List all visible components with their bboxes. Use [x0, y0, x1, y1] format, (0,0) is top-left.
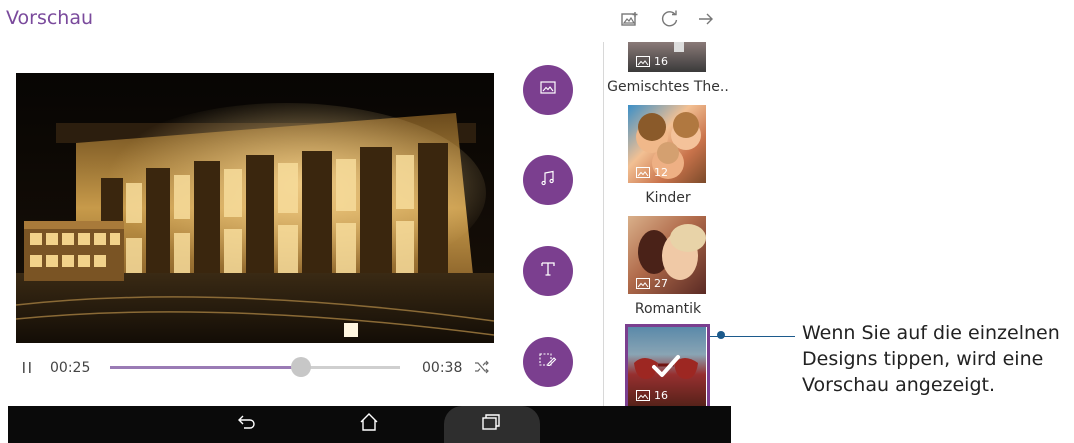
- edit-fab-button[interactable]: [523, 337, 573, 387]
- video-frame-image: [16, 73, 494, 343]
- music-note-icon: [540, 170, 556, 191]
- page-title: Vorschau: [6, 7, 94, 29]
- theme-label[interactable]: Gemischtes The..: [606, 79, 730, 95]
- theme-thumbnail[interactable]: 27: [628, 216, 706, 294]
- text-fab-button[interactable]: [523, 246, 573, 296]
- recents-button[interactable]: [476, 406, 506, 443]
- back-button[interactable]: [232, 406, 262, 443]
- edit-frame-icon: [539, 352, 557, 373]
- theme-label[interactable]: Kinder: [606, 190, 730, 206]
- refresh-icon[interactable]: [660, 9, 680, 29]
- panel-divider: [603, 42, 604, 443]
- theme-count: 12: [636, 166, 668, 179]
- add-photo-icon[interactable]: [620, 9, 640, 29]
- progress-thumb[interactable]: [291, 357, 312, 377]
- progress-fill: [110, 366, 302, 369]
- arrow-right-icon[interactable]: [696, 9, 716, 29]
- music-fab-button[interactable]: [523, 155, 573, 205]
- play-icon: [674, 42, 684, 52]
- theme-thumbnail[interactable]: 12: [628, 105, 706, 183]
- image-icon: [540, 81, 556, 99]
- theme-thumbnail-selected[interactable]: 16: [628, 327, 706, 406]
- theme-count: 27: [636, 277, 668, 290]
- progress-track[interactable]: [110, 366, 400, 369]
- text-format-icon: [540, 261, 556, 282]
- home-button[interactable]: [354, 406, 384, 443]
- image-count-icon: [636, 56, 650, 67]
- elapsed-time: 00:25: [50, 360, 91, 376]
- total-time: 00:38: [422, 360, 463, 376]
- video-preview[interactable]: [16, 73, 494, 343]
- home-icon: [359, 413, 379, 436]
- system-navigation-bar: [8, 406, 731, 443]
- theme-count: 16: [636, 55, 668, 68]
- image-fab-button[interactable]: [523, 65, 573, 115]
- player-controls: 00:25 00:38: [16, 352, 496, 382]
- shuffle-icon[interactable]: [474, 360, 490, 379]
- pause-icon[interactable]: [22, 361, 32, 379]
- recents-icon: [482, 414, 500, 435]
- back-icon: [237, 414, 257, 435]
- callout-dot: [717, 331, 725, 339]
- theme-count: 16: [636, 389, 668, 402]
- theme-thumbnail[interactable]: 16: [628, 42, 706, 72]
- callout-text: Wenn Sie auf die einzelnen Designs tippe…: [802, 322, 1060, 396]
- theme-label[interactable]: Romantik: [606, 301, 730, 317]
